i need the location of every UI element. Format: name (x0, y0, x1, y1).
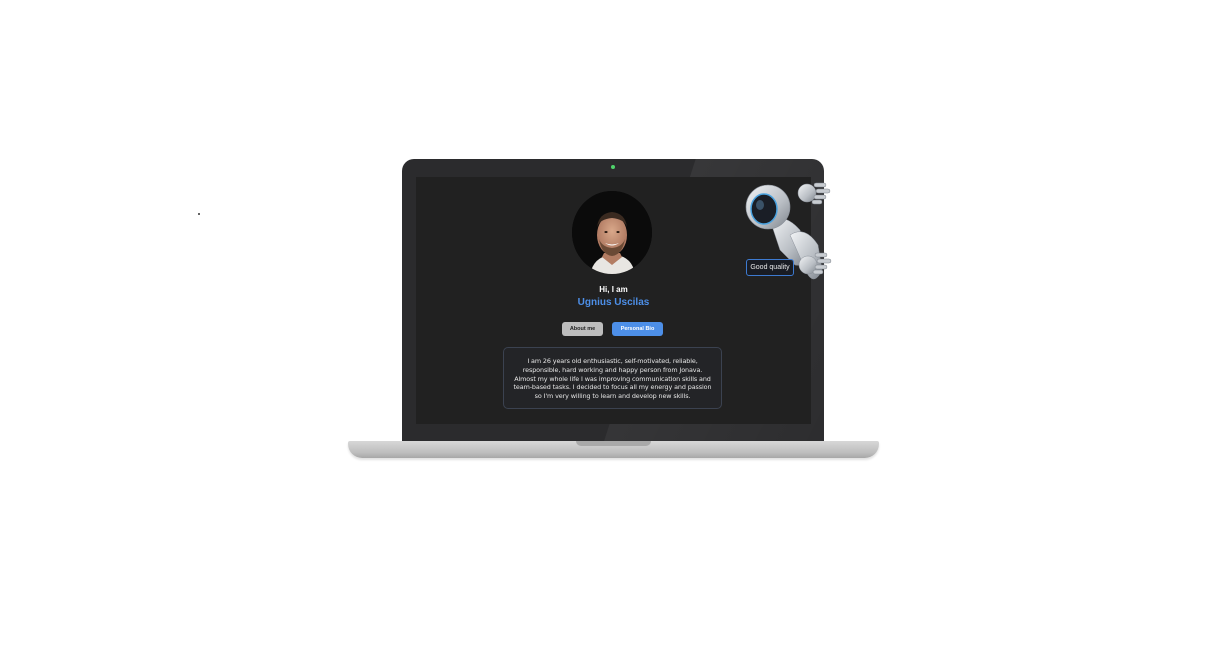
profile-photo-image (572, 191, 652, 274)
laptop-opening-notch (576, 441, 651, 446)
robot-illustration (745, 182, 832, 280)
bio-card: I am 26 years old enthusiastic, self-mot… (503, 347, 722, 409)
stray-dot (198, 213, 200, 215)
webcam-indicator (611, 165, 615, 169)
personal-bio-button[interactable]: Personal Bio (612, 322, 663, 336)
laptop-base (348, 441, 879, 458)
bio-text: I am 26 years old enthusiastic, self-mot… (513, 357, 712, 401)
profile-photo (572, 191, 652, 274)
about-me-button[interactable]: About me (562, 322, 603, 336)
quality-badge: Good quality (746, 259, 794, 276)
